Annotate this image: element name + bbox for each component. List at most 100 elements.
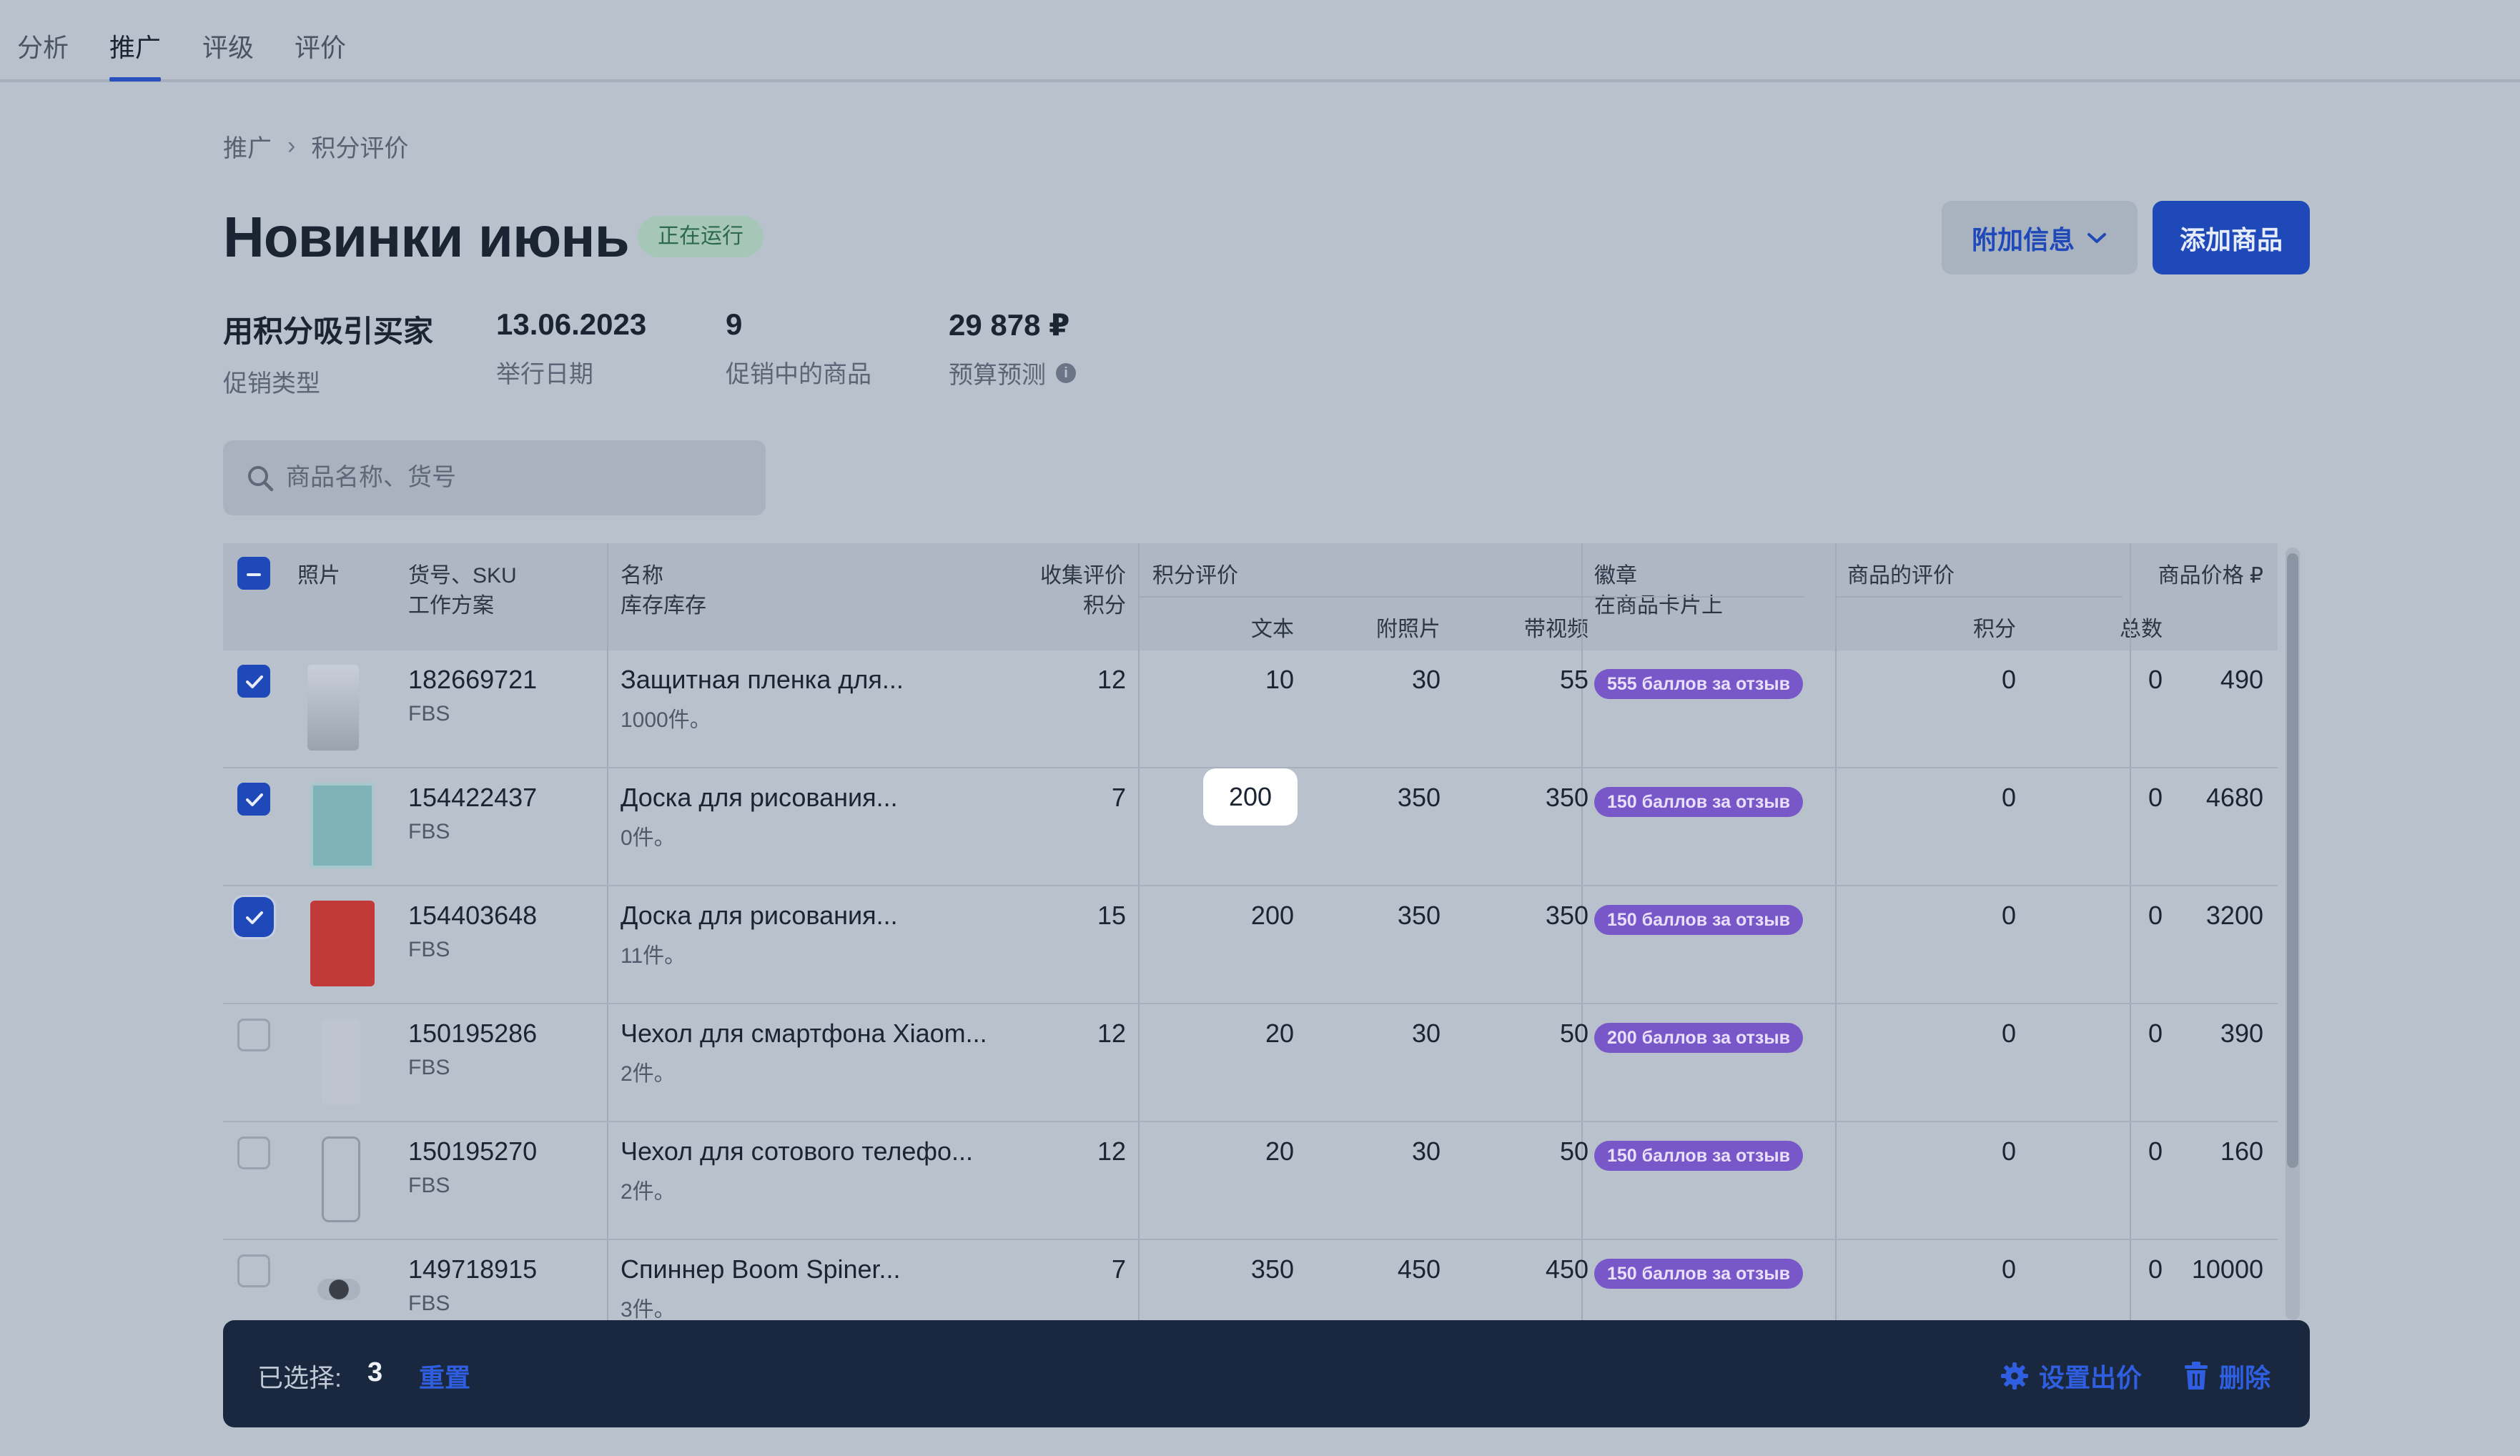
video-points-value[interactable]: 50 [1488,1136,1588,1167]
row-checkbox[interactable] [237,901,270,933]
header-points-review: 积分评价 [1152,564,1238,588]
header-points: 积分 [1973,618,2016,641]
header-text: 文本 [1251,618,1294,641]
review-points-value: 0 [2001,665,2016,694]
collect-points-value: 15 [1097,901,1126,930]
stock-value: 11件。 [621,944,686,968]
trash-icon [2185,1362,2208,1390]
product-name[interactable]: Защитная пленка для... [621,665,904,695]
stat-promo-type: 用积分吸引买家 促销类型 [223,307,433,399]
sku-value: 150195286 [408,1019,538,1048]
text-points-value[interactable]: 350 [1210,1254,1294,1284]
sku-value: 149718915 [408,1254,538,1284]
table-header: 照片 货号、SKU 工作方案 名称 库存库存 收集评价 积分 积分评价 文本 附… [223,543,2278,650]
price-value: 490 [2220,665,2263,694]
row-checkbox[interactable] [237,665,270,698]
scheme-value: FBS [408,702,450,725]
header-badge: 徽章 [1594,564,1637,588]
video-points-value[interactable]: 350 [1488,783,1588,813]
table-row[interactable]: 150195270 FBS Чехол для сотового телефо.… [223,1122,2278,1240]
stock-value: 1000件。 [621,708,711,732]
row-checkbox[interactable] [237,1136,270,1169]
scheme-value: FBS [408,938,450,961]
collect-points-value: 12 [1097,1136,1126,1166]
gear-icon [2001,1362,2028,1390]
photo-points-value[interactable]: 350 [1338,783,1441,813]
stat-date: 13.06.2023 举行日期 [496,307,646,390]
set-bid-button[interactable]: 设置出价 [1999,1357,2142,1395]
product-name[interactable]: Доска для рисования... [621,783,898,813]
photo-points-value[interactable]: 30 [1338,1136,1441,1167]
product-thumbnail[interactable] [322,1136,360,1222]
product-name[interactable]: Чехол для смартфона Xiaom... [621,1019,987,1049]
stat-value: 29 878 ₽ [949,308,1070,342]
text-points-input[interactable]: 200 [1203,768,1298,826]
tab-reviews[interactable]: 评价 [295,27,346,64]
product-thumbnail[interactable] [310,783,375,868]
header-collect-points: 积分 [1083,594,1126,618]
table-row[interactable]: 150195286 FBS Чехол для смартфона Xiaom.… [223,1004,2278,1122]
review-total-value: 0 [2148,1019,2163,1048]
table-row[interactable]: 154403648 FBS Доска для рисования... 11件… [223,886,2278,1004]
header-badge-sub: 在商品卡片上 [1594,594,1723,618]
photo-points-value[interactable]: 30 [1338,1019,1441,1049]
tab-rating[interactable]: 评级 [202,27,254,64]
photo-points-value[interactable]: 450 [1338,1254,1441,1284]
product-thumbnail[interactable] [317,1279,360,1300]
row-checkbox[interactable] [237,1254,270,1287]
search-input[interactable] [286,464,743,492]
stat-budget: 29 878 ₽ 预算预测 i [949,307,1076,390]
table-row[interactable]: 154422437 FBS Доска для рисования... 0件。… [223,768,2278,886]
scrollbar-thumb[interactable] [2287,553,2298,1168]
chevron-right-icon: › [287,132,296,159]
search-icon [248,465,274,491]
reset-button[interactable]: 重置 [419,1357,470,1395]
tab-promotion[interactable]: 推广 [109,27,161,64]
badge-pill: 150 баллов за отзыв [1594,1141,1804,1171]
video-points-value[interactable]: 50 [1488,1019,1588,1049]
product-thumbnail[interactable] [310,901,375,986]
badge-pill: 555 баллов за отзыв [1594,669,1804,699]
check-icon [246,911,263,924]
search-box [223,440,766,515]
collect-points-value: 7 [1111,1254,1126,1284]
stock-value: 2件。 [621,1180,676,1204]
text-points-value[interactable]: 10 [1210,665,1294,695]
table-row[interactable]: 149718915 FBS Спиннер Boom Spiner... 3件。… [223,1240,2278,1320]
row-checkbox[interactable] [237,783,270,816]
product-thumbnail[interactable] [322,1019,360,1104]
stock-value: 0件。 [621,826,676,850]
extra-info-button[interactable]: 附加信息 [1942,201,2138,274]
breadcrumb-parent[interactable]: 推广 [223,129,272,164]
select-all-checkbox[interactable] [237,557,270,590]
header-scheme: 工作方案 [408,594,494,618]
review-points-value: 0 [2001,901,2016,930]
stat-value: 用积分吸引买家 [223,315,434,348]
selected-label: 已选择: [257,1363,342,1392]
breadcrumb: 推广 › 积分评价 [223,129,408,164]
photo-points-value[interactable]: 30 [1338,665,1441,695]
video-points-value[interactable]: 450 [1488,1254,1588,1284]
video-points-value[interactable]: 55 [1488,665,1588,695]
info-icon[interactable]: i [1056,362,1076,383]
delete-button[interactable]: 删除 [2182,1357,2271,1395]
product-thumbnail[interactable] [307,665,359,751]
product-name[interactable]: Чехол для сотового телефо... [621,1136,973,1167]
product-name[interactable]: Доска для рисования... [621,901,898,931]
page-title: Новинки июнь [223,205,630,269]
product-name[interactable]: Спиннер Boom Spiner... [621,1254,901,1284]
row-checkbox[interactable] [237,1019,270,1051]
text-points-value[interactable]: 20 [1210,1019,1294,1049]
header-sku: 货号、SKU [408,564,517,588]
tab-analytics[interactable]: 分析 [17,27,69,64]
header-divider [1140,596,1804,598]
table-row[interactable]: 182669721 FBS Защитная пленка для... 100… [223,650,2278,768]
text-points-value[interactable]: 20 [1210,1136,1294,1167]
video-points-value[interactable]: 350 [1488,901,1588,931]
add-product-button[interactable]: 添加商品 [2153,201,2310,274]
scheme-value: FBS [408,1056,450,1079]
text-points-value[interactable]: 200 [1210,901,1294,931]
photo-points-value[interactable]: 350 [1338,901,1441,931]
header-price: 商品价格 ₽ [2158,564,2263,588]
scheme-value: FBS [408,1174,450,1197]
